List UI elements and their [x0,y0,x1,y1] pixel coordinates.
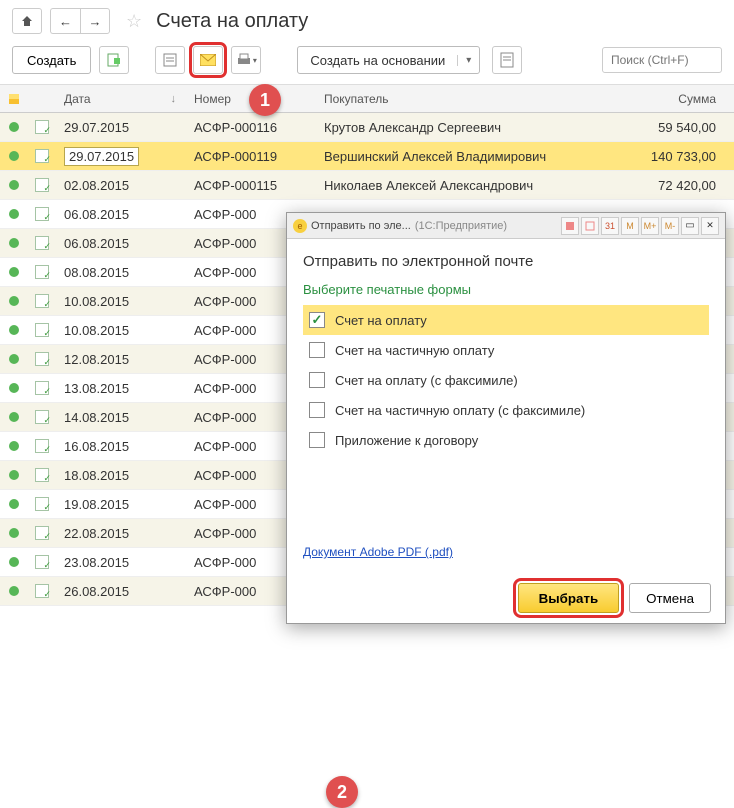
form-checkbox[interactable] [309,372,325,388]
document-icon [35,149,49,163]
status-dot-icon [9,238,19,248]
titlebar-restore-button[interactable]: ▭ [681,217,699,235]
status-dot-icon [9,151,19,161]
titlebar-mplus-button[interactable]: M+ [641,217,659,235]
document-icon [35,439,49,453]
form-label: Приложение к договору [335,433,478,448]
cancel-button[interactable]: Отмена [629,583,711,613]
pdf-format-link[interactable]: Документ Adobe PDF (.pdf) [303,545,709,559]
titlebar-calc-icon[interactable] [581,217,599,235]
status-dot-icon [9,180,19,190]
document-icon [35,178,49,192]
status-dot-icon [9,325,19,335]
status-dot-icon [9,412,19,422]
annotation-badge-2: 2 [326,776,358,808]
header-buyer[interactable]: Покупатель [316,92,614,106]
form-checkbox[interactable] [309,312,325,328]
document-icon [35,352,49,366]
print-form-row[interactable]: Счет на оплату [303,305,709,335]
titlebar-calendar-icon[interactable]: 31 [601,217,619,235]
status-dot-icon [9,122,19,132]
titlebar-m-button[interactable]: M [621,217,639,235]
select-button[interactable]: Выбрать [518,583,620,613]
document-icon [35,555,49,569]
form-label: Счет на частичную оплату [335,343,494,358]
header-date[interactable]: Дата↓ [56,92,186,106]
form-checkbox[interactable] [309,432,325,448]
document-icon [35,294,49,308]
form-label: Счет на оплату (с факсимиле) [335,373,518,388]
status-dot-icon [9,499,19,509]
print-form-row[interactable]: Приложение к договору [303,425,709,455]
table-row[interactable]: 29.07.2015АСФР-000116Крутов Александр Се… [0,113,734,142]
document-icon [35,207,49,221]
status-dot-icon [9,383,19,393]
document-icon [35,265,49,279]
app-icon: e [293,219,307,233]
status-dot-icon [9,296,19,306]
status-dot-icon [9,209,19,219]
document-icon [35,323,49,337]
home-button[interactable] [12,8,42,34]
form-label: Счет на оплату [335,313,427,328]
print-form-row[interactable]: Счет на оплату (с факсимиле) [303,365,709,395]
print-button[interactable]: ▾ [231,46,261,74]
status-dot-icon [9,441,19,451]
header-sum[interactable]: Сумма [614,92,734,106]
status-dot-icon [9,557,19,567]
status-dot-icon [9,528,19,538]
modal-heading: Отправить по электронной почте [303,253,709,270]
favorite-icon[interactable]: ☆ [126,11,142,32]
forward-button[interactable]: → [80,8,110,34]
modal-window-sub: (1С:Предприятие) [415,220,507,232]
modal-subheading: Выберите печатные формы [303,282,709,297]
annotation-badge-1: 1 [249,84,281,116]
document-icon [35,584,49,598]
document-icon [35,120,49,134]
document-icon [35,381,49,395]
report-icon-button[interactable] [492,46,522,74]
create-based-dropdown[interactable]: Создать на основании▾ [297,46,480,74]
form-label: Счет на частичную оплату (с факсимиле) [335,403,585,418]
document-icon [35,497,49,511]
titlebar-tool-icon[interactable] [561,217,579,235]
print-form-row[interactable]: Счет на частичную оплату (с факсимиле) [303,395,709,425]
status-dot-icon [9,586,19,596]
table-row[interactable]: 29.07.2015АСФР-000119Вершинский Алексей … [0,142,734,171]
document-icon [35,236,49,250]
form-checkbox[interactable] [309,342,325,358]
document-icon [35,410,49,424]
print-form-row[interactable]: Счет на частичную оплату [303,335,709,365]
page-title: Счета на оплату [156,10,308,33]
document-icon [35,468,49,482]
modal-window-title: Отправить по эле... [311,220,411,232]
status-dot-icon [9,354,19,364]
email-modal: e Отправить по эле... (1С:Предприятие) 3… [286,212,726,624]
form-icon-button[interactable] [155,46,185,74]
titlebar-close-button[interactable]: ✕ [701,217,719,235]
status-dot-icon [9,470,19,480]
document-icon [35,526,49,540]
back-button[interactable]: ← [50,8,80,34]
form-checkbox[interactable] [309,402,325,418]
search-input[interactable] [602,47,722,73]
titlebar-mminus-button[interactable]: M- [661,217,679,235]
status-dot-icon [9,267,19,277]
table-row[interactable]: 02.08.2015АСФР-000115Николаев Алексей Ал… [0,171,734,200]
copy-icon-button[interactable] [99,46,129,74]
email-button[interactable] [193,46,223,74]
create-button[interactable]: Создать [12,46,91,74]
